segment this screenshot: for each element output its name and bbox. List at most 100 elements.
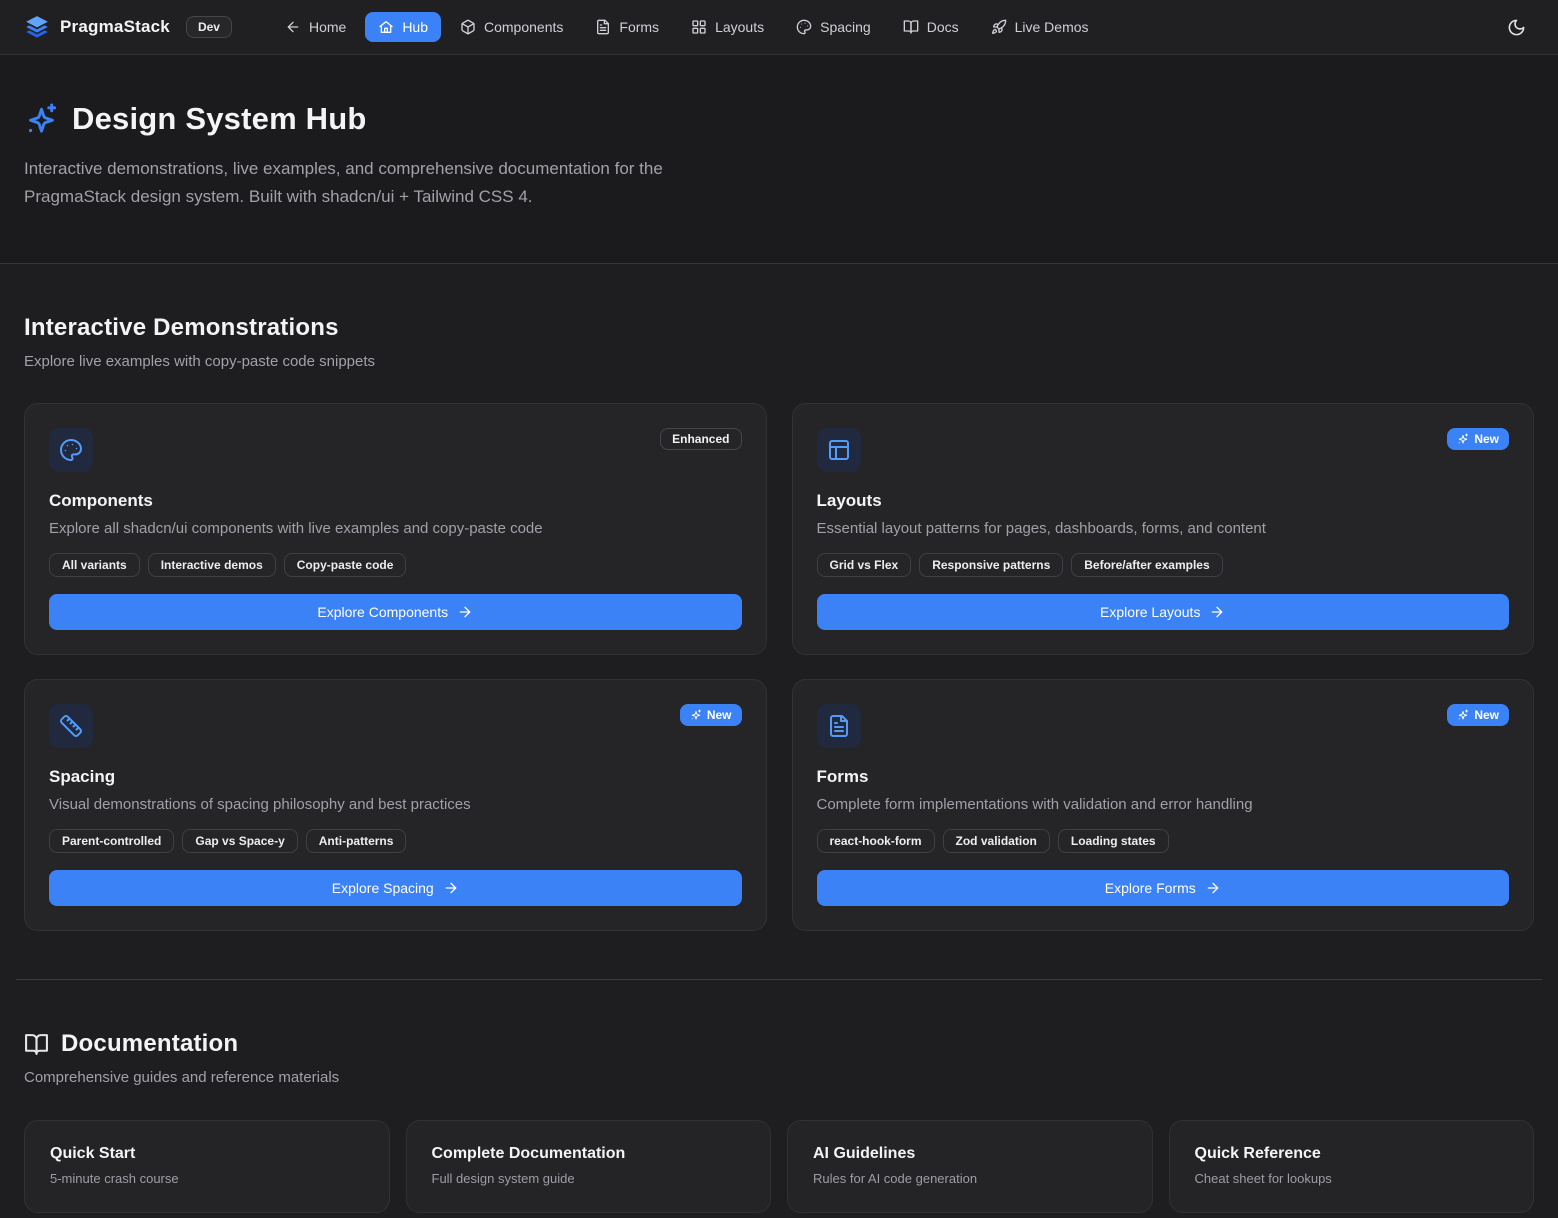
new-badge: New: [1447, 704, 1509, 726]
explore-layouts-button[interactable]: Explore Layouts: [817, 594, 1510, 630]
demo-card-description: Essential layout patterns for pages, das…: [817, 520, 1510, 537]
nav-item-label: Docs: [927, 19, 959, 35]
enhanced-badge: Enhanced: [660, 428, 741, 450]
explore-forms-button[interactable]: Explore Forms: [817, 870, 1510, 906]
rocket-icon: [991, 19, 1007, 35]
doc-card-complete-docs[interactable]: Complete Documentation Full design syste…: [406, 1120, 772, 1213]
demo-card-description: Explore all shadcn/ui components with li…: [49, 520, 742, 537]
doc-card-description: 5-minute crash course: [50, 1171, 364, 1186]
demo-card-description: Complete form implementations with valid…: [817, 796, 1510, 813]
main-nav: Home Hub Components Forms Layouts Spacin…: [272, 12, 1498, 42]
tag-pill: All variants: [49, 553, 140, 577]
demo-card-spacing: New Spacing Visual demonstrations of spa…: [24, 679, 767, 931]
doc-card-quick-reference[interactable]: Quick Reference Cheat sheet for lookups: [1169, 1120, 1535, 1213]
nav-item-docs[interactable]: Docs: [890, 12, 972, 42]
nav-item-label: Components: [484, 19, 563, 35]
env-badge: Dev: [186, 16, 232, 38]
nav-item-forms[interactable]: Forms: [582, 12, 672, 42]
panels-top-left-icon: [817, 428, 861, 472]
tag-pill: react-hook-form: [817, 829, 935, 853]
file-text-icon: [817, 704, 861, 748]
book-open-icon: [903, 19, 919, 35]
demo-card-title: Components: [49, 491, 742, 511]
nav-item-label: Forms: [619, 19, 659, 35]
doc-card-title: Complete Documentation: [432, 1145, 746, 1163]
layout-grid-icon: [691, 19, 707, 35]
arrow-right-icon: [457, 604, 473, 620]
tag-pill: Interactive demos: [148, 553, 276, 577]
explore-spacing-button[interactable]: Explore Spacing: [49, 870, 742, 906]
tag-pill: Responsive patterns: [919, 553, 1063, 577]
arrow-right-icon: [443, 880, 459, 896]
nav-item-label: Live Demos: [1015, 19, 1089, 35]
page-title: Design System Hub: [72, 101, 367, 137]
house-icon: [378, 19, 394, 35]
explore-button-label: Explore Layouts: [1100, 604, 1200, 620]
file-text-icon: [595, 19, 611, 35]
arrow-left-icon: [285, 19, 301, 35]
tag-pill: Gap vs Space-y: [182, 829, 297, 853]
tag-pill: Copy-paste code: [284, 553, 407, 577]
nav-item-live-demos[interactable]: Live Demos: [978, 12, 1102, 42]
demo-card-title: Forms: [817, 767, 1510, 787]
doc-card-title: AI Guidelines: [813, 1145, 1127, 1163]
doc-card-grid: Quick Start 5-minute crash course Comple…: [24, 1120, 1534, 1213]
theme-toggle-button[interactable]: [1498, 9, 1534, 45]
top-navbar: PragmaStack Dev Home Hub Components Form…: [0, 0, 1558, 55]
arrow-right-icon: [1209, 604, 1225, 620]
doc-card-description: Cheat sheet for lookups: [1195, 1171, 1509, 1186]
doc-card-description: Full design system guide: [432, 1171, 746, 1186]
doc-card-ai-guidelines[interactable]: AI Guidelines Rules for AI code generati…: [787, 1120, 1153, 1213]
doc-card-description: Rules for AI code generation: [813, 1171, 1127, 1186]
demos-subheading: Explore live examples with copy-paste co…: [24, 353, 1534, 370]
brand-name: PragmaStack: [60, 17, 170, 37]
doc-card-title: Quick Reference: [1195, 1145, 1509, 1163]
doc-card-quick-start[interactable]: Quick Start 5-minute crash course: [24, 1120, 390, 1213]
ruler-icon: [49, 704, 93, 748]
sparkles-icon: [24, 102, 59, 137]
demo-card-forms: New Forms Complete form implementations …: [792, 679, 1535, 931]
tag-pill: Zod validation: [943, 829, 1050, 853]
tag-row: Grid vs Flex Responsive patterns Before/af…: [817, 553, 1510, 577]
nav-item-home[interactable]: Home: [272, 12, 359, 42]
explore-button-label: Explore Spacing: [332, 880, 434, 896]
tag-pill: Loading states: [1058, 829, 1169, 853]
brand[interactable]: PragmaStack Dev: [24, 14, 232, 40]
tag-row: All variants Interactive demos Copy-paste …: [49, 553, 742, 577]
nav-item-label: Hub: [402, 19, 428, 35]
tag-pill: Parent-controlled: [49, 829, 174, 853]
explore-components-button[interactable]: Explore Components: [49, 594, 742, 630]
box-icon: [460, 19, 476, 35]
demo-card-description: Visual demonstrations of spacing philoso…: [49, 796, 742, 813]
demo-card-grid: Enhanced Components Explore all shadcn/u…: [24, 403, 1534, 931]
docs-subheading: Comprehensive guides and reference mater…: [24, 1069, 1534, 1086]
explore-button-label: Explore Components: [317, 604, 448, 620]
new-badge: New: [680, 704, 742, 726]
doc-card-title: Quick Start: [50, 1145, 364, 1163]
demo-card-layouts: New Layouts Essential layout patterns fo…: [792, 403, 1535, 655]
nav-item-components[interactable]: Components: [447, 12, 576, 42]
nav-item-label: Spacing: [820, 19, 871, 35]
hero-section: Design System Hub Interactive demonstrat…: [0, 55, 1558, 264]
demo-card-components: Enhanced Components Explore all shadcn/u…: [24, 403, 767, 655]
tag-pill: Grid vs Flex: [817, 553, 912, 577]
palette-icon: [796, 19, 812, 35]
layers-logo-icon: [24, 14, 50, 40]
main-content: Interactive Demonstrations Explore live …: [0, 264, 1558, 1213]
book-open-icon: [24, 1032, 49, 1057]
demo-card-title: Layouts: [817, 491, 1510, 511]
explore-button-label: Explore Forms: [1105, 880, 1196, 896]
nav-item-spacing[interactable]: Spacing: [783, 12, 884, 42]
palette-icon: [49, 428, 93, 472]
demo-card-title: Spacing: [49, 767, 742, 787]
tag-pill: Before/after examples: [1071, 553, 1222, 577]
new-badge: New: [1447, 428, 1509, 450]
tag-row: react-hook-form Zod validation Loading sta…: [817, 829, 1510, 853]
hero-description: Interactive demonstrations, live example…: [24, 155, 764, 211]
nav-item-layouts[interactable]: Layouts: [678, 12, 777, 42]
demos-heading: Interactive Demonstrations: [24, 314, 1534, 342]
nav-item-hub[interactable]: Hub: [365, 12, 441, 42]
tag-pill: Anti-patterns: [306, 829, 407, 853]
tag-row: Parent-controlled Gap vs Space-y Anti-patt…: [49, 829, 742, 853]
nav-item-label: Home: [309, 19, 346, 35]
